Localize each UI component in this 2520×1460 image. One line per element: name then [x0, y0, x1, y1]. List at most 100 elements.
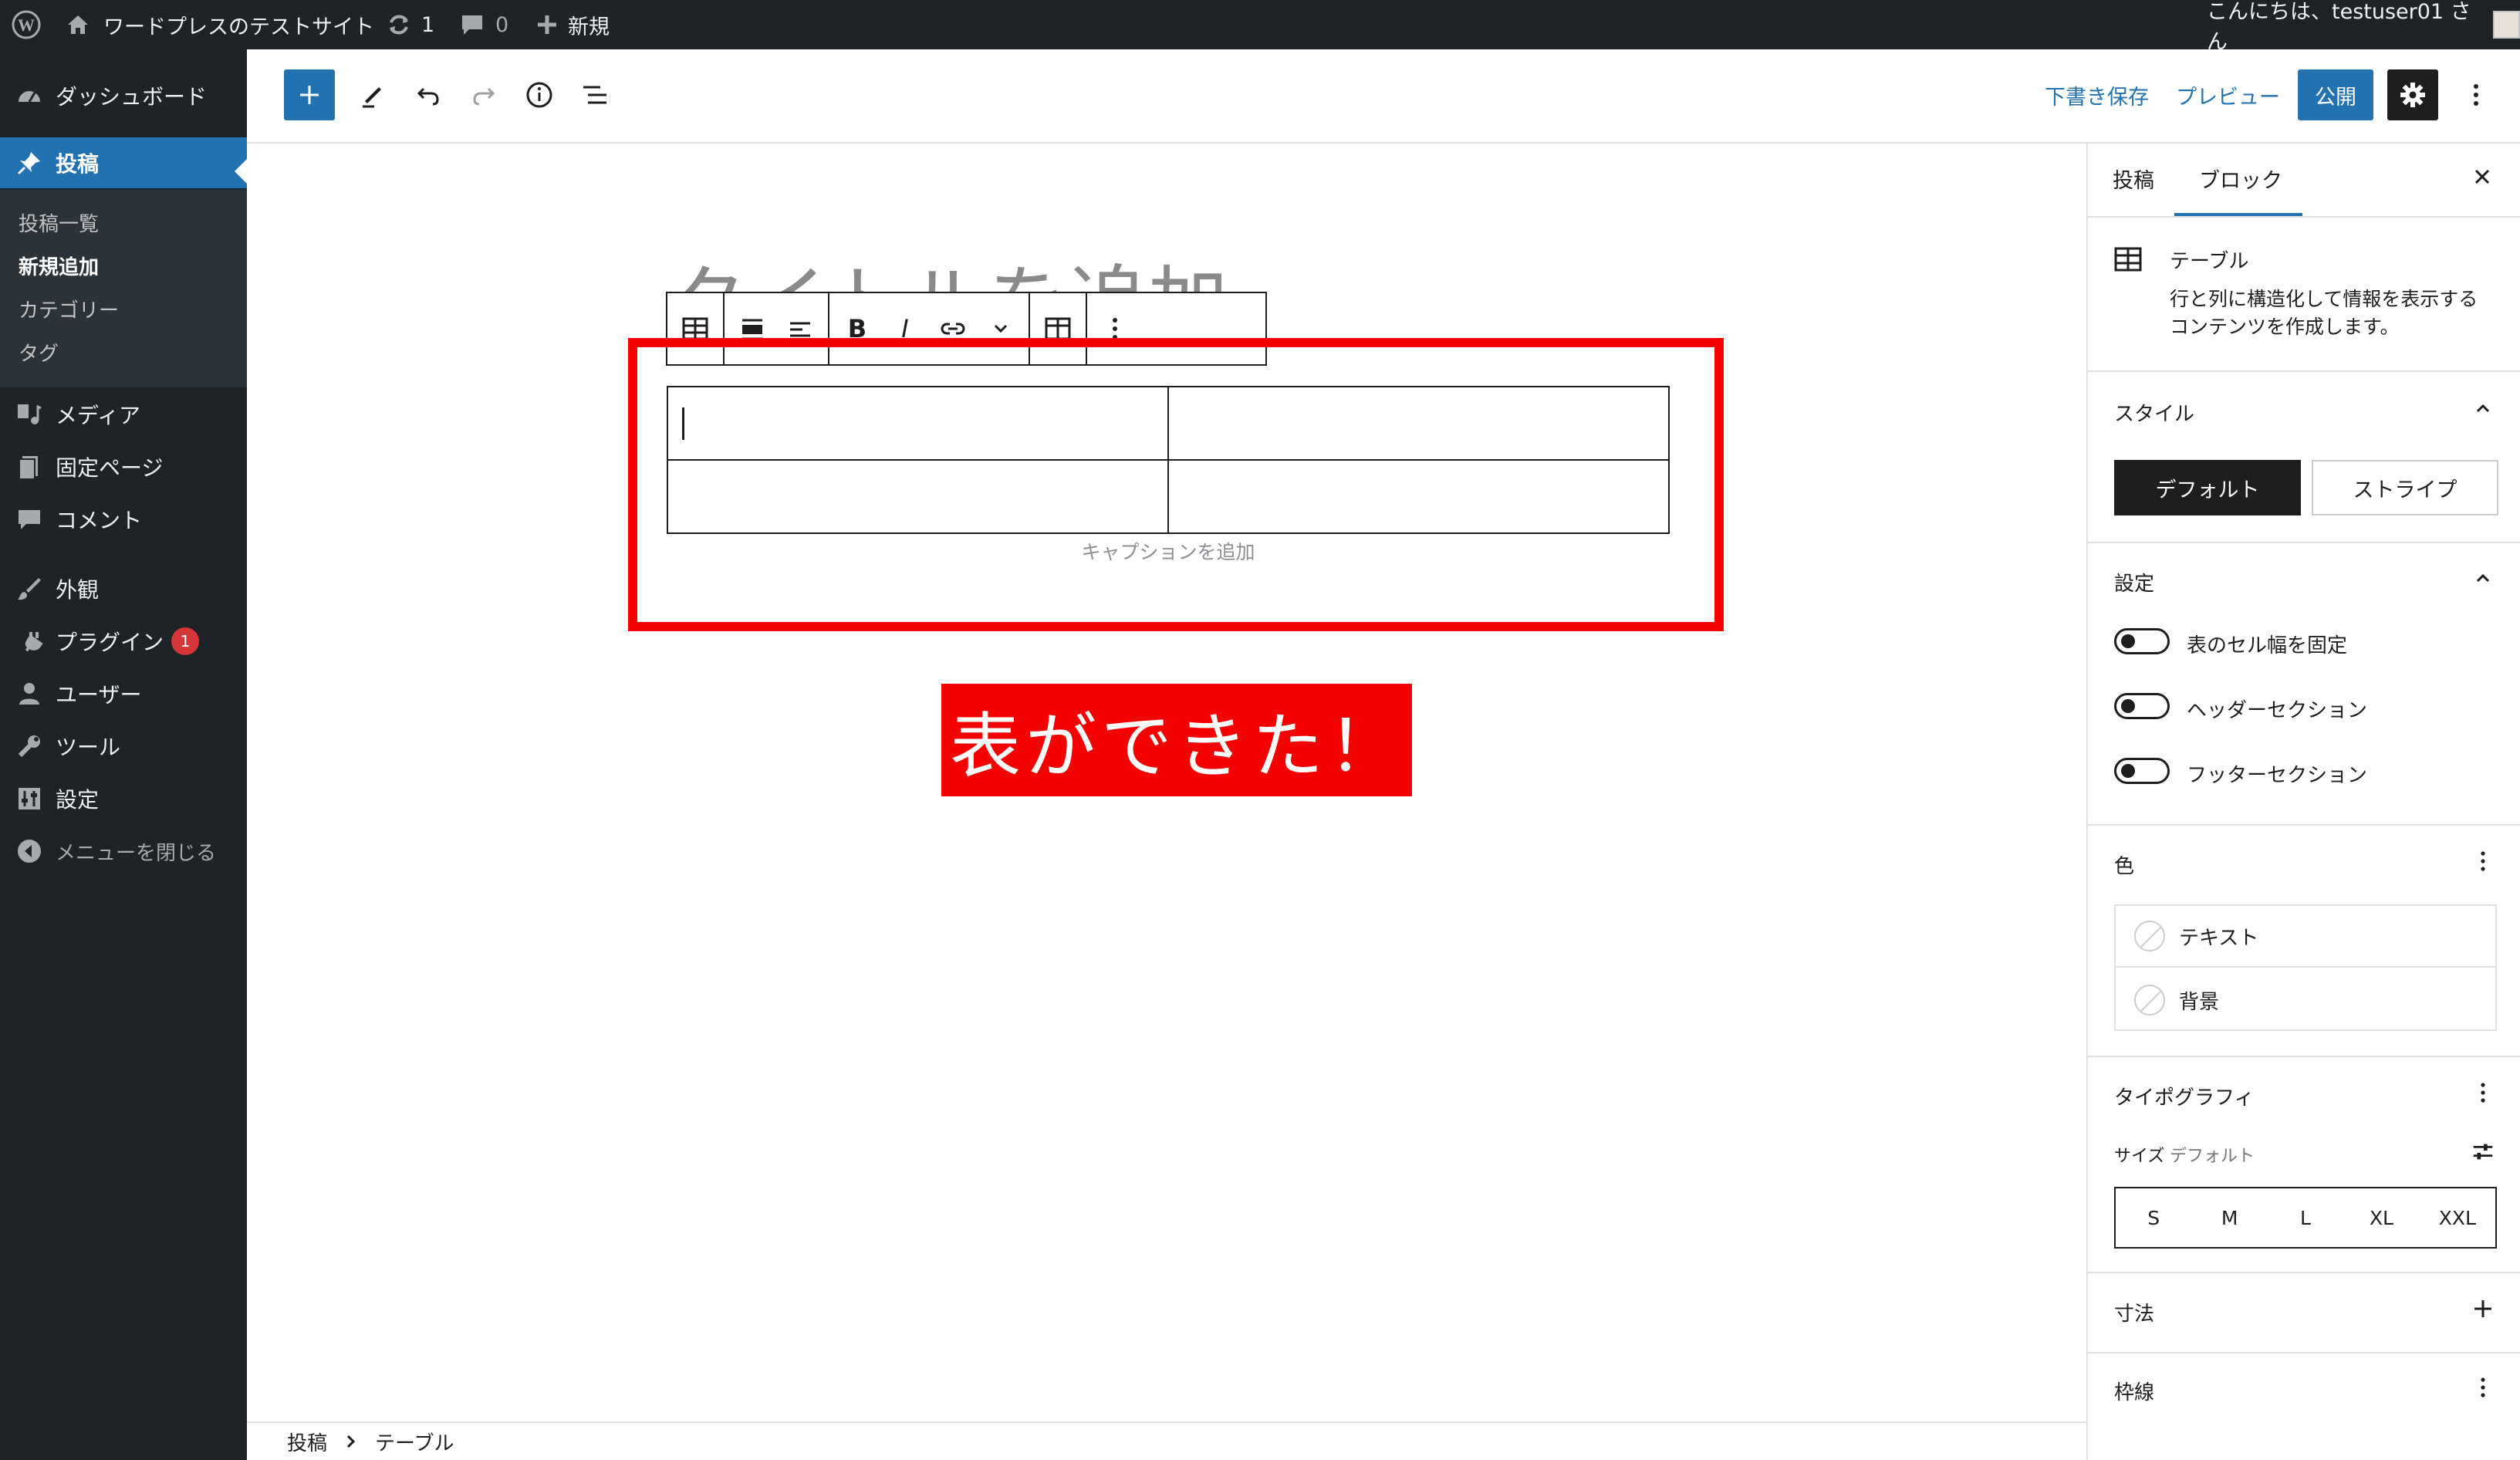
header-section-toggle[interactable] [2114, 693, 2170, 719]
pages-icon [14, 451, 45, 482]
border-panel-heading: 枠線 [2114, 1381, 2155, 1404]
menu-posts[interactable]: 投稿 [0, 137, 247, 188]
divider [2088, 824, 2520, 826]
home-icon [65, 12, 91, 38]
add-block-button[interactable] [284, 69, 335, 120]
empty-color-swatch [2134, 921, 2165, 951]
breadcrumb-item-post[interactable]: 投稿 [287, 1428, 327, 1456]
color-panel-heading: 色 [2114, 855, 2135, 878]
list-view-icon [580, 80, 610, 110]
typography-options-ellipsis-icon[interactable] [2471, 1080, 2495, 1105]
settings-panel-heading[interactable]: 設定 [2114, 568, 2154, 597]
pin-icon [14, 147, 45, 178]
preview-button[interactable]: プレビュー [2176, 80, 2280, 110]
footer-section-toggle[interactable] [2114, 758, 2170, 784]
color-settings-box: テキスト 背景 [2114, 904, 2497, 1031]
block-breadcrumb: 投稿 テーブル [247, 1421, 2086, 1460]
divider [2088, 370, 2520, 372]
border-options-ellipsis-icon[interactable] [2471, 1375, 2495, 1400]
chevron-up-icon[interactable] [2471, 397, 2495, 421]
tab-post[interactable]: 投稿 [2113, 164, 2154, 194]
menu-posts-label: 投稿 [56, 151, 100, 177]
site-name: ワードプレスのテストサイト [103, 15, 374, 39]
menu-plugins[interactable]: プラグイン 1 [0, 622, 247, 661]
updates-link[interactable]: 1 [386, 0, 434, 49]
style-stripes-button[interactable]: ストライプ [2312, 460, 2498, 515]
editor-canvas: タイトルを追加 B I キャプションを追加 [247, 144, 2086, 1421]
wrench-icon [14, 731, 45, 762]
font-size-xl[interactable]: XL [2343, 1207, 2419, 1229]
color-text-item[interactable]: テキスト [2116, 906, 2495, 968]
gear-icon [2399, 81, 2427, 109]
menu-users[interactable]: ユーザー [0, 674, 247, 713]
styles-panel-heading[interactable]: スタイル [2114, 398, 2194, 427]
footer-section-label: フッターセクション [2187, 764, 2368, 787]
menu-comments[interactable]: コメント [0, 500, 247, 539]
font-size-l[interactable]: L [2268, 1207, 2343, 1229]
divider [2088, 1056, 2520, 1057]
list-view-button[interactable] [569, 69, 620, 120]
new-content-link[interactable]: 新規 [535, 0, 610, 49]
divider [2088, 216, 2520, 218]
close-icon [2469, 164, 2495, 190]
comments-count: 0 [495, 12, 509, 37]
redo-button[interactable] [458, 69, 509, 120]
pencil-icon [359, 81, 387, 109]
font-size-xxl[interactable]: XXL [2420, 1207, 2495, 1229]
menu-collapse[interactable]: メニューを閉じる [0, 832, 247, 870]
undo-icon [414, 81, 442, 109]
publish-button[interactable]: 公開 [2298, 69, 2373, 120]
menu-dashboard-label: ダッシュボード [56, 84, 208, 110]
chevron-up-icon[interactable] [2471, 566, 2495, 591]
submenu-all-posts[interactable]: 投稿一覧 [19, 208, 99, 237]
color-text-label: テキスト [2179, 926, 2259, 950]
menu-settings[interactable]: 設定 [0, 779, 247, 818]
site-home-link[interactable]: ワードプレスのテストサイト [65, 0, 374, 49]
comment-icon [460, 12, 485, 37]
comments-icon [14, 504, 45, 535]
breadcrumb-item-table[interactable]: テーブル [375, 1428, 454, 1456]
color-background-item[interactable]: 背景 [2116, 969, 2495, 1031]
close-sidebar-button[interactable] [2469, 164, 2495, 190]
typography-panel-heading: タイポグラフィ [2114, 1087, 2255, 1110]
font-size-m[interactable]: M [2191, 1207, 2267, 1229]
submenu-tags[interactable]: タグ [19, 338, 59, 367]
submenu-add-new[interactable]: 新規追加 [19, 252, 99, 280]
submenu-categories[interactable]: カテゴリー [19, 295, 119, 323]
refresh-icon [386, 12, 412, 38]
menu-media[interactable]: メディア [0, 395, 247, 434]
options-menu-button[interactable] [2451, 69, 2501, 120]
tab-block[interactable]: ブロック [2199, 164, 2282, 194]
menu-tools[interactable]: ツール [0, 727, 247, 765]
plus-icon [535, 13, 559, 36]
divider [2088, 1352, 2520, 1354]
settings-sidebar: 投稿 ブロック テーブル 行と列に構造化して情報を表示する コンテンツを作成しま… [2086, 144, 2520, 1460]
plus-icon[interactable] [2471, 1296, 2495, 1321]
details-button[interactable] [514, 69, 565, 120]
color-options-ellipsis-icon[interactable] [2471, 849, 2495, 874]
fixed-width-label: 表のセル幅を固定 [2187, 634, 2348, 657]
comments-link[interactable]: 0 [460, 0, 508, 49]
custom-size-sliders-icon[interactable] [2471, 1139, 2495, 1164]
user-icon [14, 678, 45, 709]
font-size-s[interactable]: S [2116, 1207, 2191, 1229]
settings-toggle-button[interactable] [2387, 69, 2438, 120]
font-size-picker: S M L XL XXL [2114, 1187, 2497, 1249]
save-draft-button[interactable]: 下書き保存 [2045, 80, 2149, 110]
menu-pages[interactable]: 固定ページ [0, 448, 247, 486]
edit-mode-button[interactable] [347, 69, 398, 120]
menu-dashboard[interactable]: ダッシュボード [0, 71, 247, 120]
wordpress-logo-icon[interactable]: W [11, 0, 42, 49]
menu-appearance-label: 外観 [56, 577, 100, 603]
settings-sliders-icon [14, 783, 45, 814]
new-label: 新規 [568, 15, 610, 39]
plugin-icon [14, 626, 45, 657]
menu-appearance[interactable]: 外観 [0, 569, 247, 608]
block-card-description-1: 行と列に構造化して情報を表示する [2170, 288, 2478, 310]
menu-settings-label: 設定 [56, 787, 100, 813]
undo-button[interactable] [403, 69, 454, 120]
plus-icon [297, 83, 322, 107]
account-menu[interactable]: こんにちは、testuser01 さん [2207, 0, 2520, 54]
style-default-button[interactable]: デフォルト [2114, 460, 2301, 515]
fixed-width-toggle[interactable] [2114, 628, 2170, 654]
